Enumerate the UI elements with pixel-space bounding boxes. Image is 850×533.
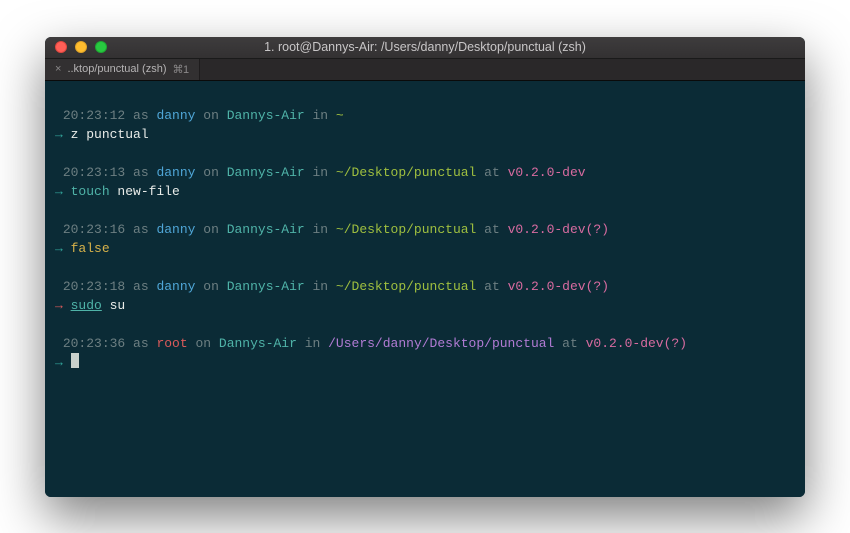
zoom-icon[interactable] — [95, 41, 107, 53]
close-tab-icon[interactable]: × — [55, 63, 61, 75]
prompt-info-line: 20:23:36 as root on Dannys-Air in /Users… — [55, 334, 795, 353]
prompt-info-line: 20:23:13 as danny on Dannys-Air in ~/Des… — [55, 163, 795, 182]
prompt-command-line[interactable]: → false — [55, 239, 795, 258]
prompt-info-line: 20:23:12 as danny on Dannys-Air in ~ — [55, 106, 795, 125]
prompt-command-line[interactable]: → touch new-file — [55, 182, 795, 201]
tab-label: ..ktop/punctual (zsh) — [67, 63, 166, 75]
terminal-window: 1. root@Dannys-Air: /Users/danny/Desktop… — [45, 37, 805, 497]
titlebar[interactable]: 1. root@Dannys-Air: /Users/danny/Desktop… — [45, 37, 805, 59]
minimize-icon[interactable] — [75, 41, 87, 53]
traffic-lights — [45, 41, 107, 53]
terminal-content[interactable]: 20:23:12 as danny on Dannys-Air in ~→ z … — [45, 81, 805, 497]
prompt-command-line[interactable]: → — [55, 353, 795, 372]
tab-terminal[interactable]: × ..ktop/punctual (zsh) ⌘1 — [45, 59, 200, 80]
cursor — [71, 353, 79, 368]
close-icon[interactable] — [55, 41, 67, 53]
tab-shortcut: ⌘1 — [173, 63, 189, 76]
prompt-command-line[interactable]: → z punctual — [55, 125, 795, 144]
prompt-info-line: 20:23:18 as danny on Dannys-Air in ~/Des… — [55, 277, 795, 296]
prompt-command-line[interactable]: → sudo su — [55, 296, 795, 315]
prompt-info-line: 20:23:16 as danny on Dannys-Air in ~/Des… — [55, 220, 795, 239]
window-title: 1. root@Dannys-Air: /Users/danny/Desktop… — [45, 40, 805, 54]
tab-bar: × ..ktop/punctual (zsh) ⌘1 — [45, 59, 805, 81]
